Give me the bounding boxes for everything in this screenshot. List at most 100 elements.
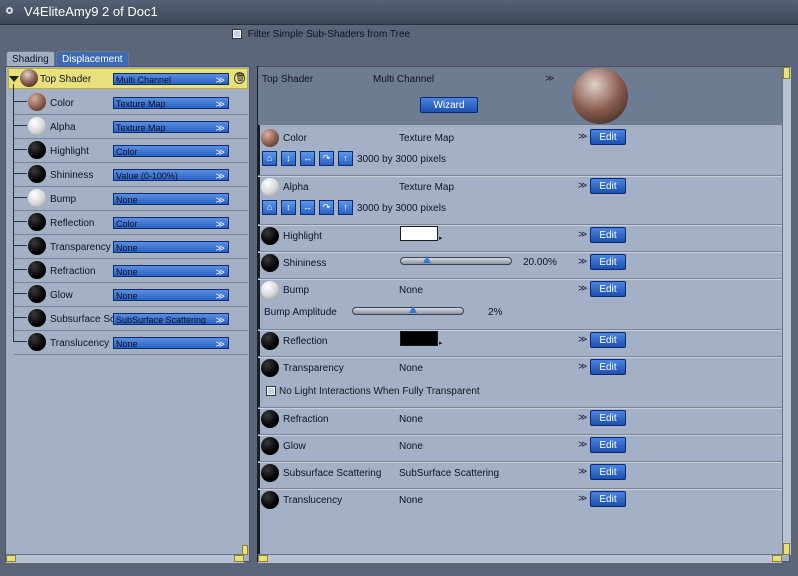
folder-open-icon[interactable]: ⌂ [262, 200, 277, 215]
tree-connector [13, 101, 27, 102]
tree-item-bump-dropdown[interactable]: None ≫ [113, 193, 229, 205]
detail-color-value: Texture Map [399, 133, 455, 144]
chevron-down-icon[interactable]: ≫ [578, 334, 587, 345]
detail-bump-amplitude-label: Bump Amplitude [264, 307, 337, 318]
chevron-down-icon[interactable]: ≫ [578, 493, 587, 504]
edit-color-button[interactable]: Edit [590, 129, 626, 145]
flip-horizontal-icon[interactable]: ↔ [300, 151, 315, 166]
sphere-subsurface-scattering-icon [261, 464, 279, 482]
tree-item-transparency-dropdown[interactable]: None ≫ [113, 241, 229, 253]
tab-displacement[interactable]: Displacement [56, 51, 129, 66]
tree-connector [13, 245, 27, 246]
chevron-down-icon[interactable]: ≫ [578, 283, 587, 294]
tree-item-value: Texture Map [116, 99, 166, 109]
filter-option[interactable]: Filter Simple Sub-Shaders from Tree [232, 29, 410, 40]
flip-horizontal-icon[interactable]: ↔ [300, 200, 315, 215]
detail-translucency-value: None [399, 495, 423, 506]
tree-item-highlight-dropdown[interactable]: Color ≫ [113, 145, 229, 157]
detail-header-value: Multi Channel [373, 74, 435, 85]
tree-item-shininess-label: Shininess [50, 170, 94, 181]
chevron-down-icon[interactable]: ≫ [578, 229, 587, 240]
up-arrow-icon[interactable]: ↑ [338, 151, 353, 166]
sphere-shininess-icon [261, 254, 279, 272]
edit-bump-button[interactable]: Edit [590, 281, 626, 297]
tree-item-refraction-dropdown[interactable]: None ≫ [113, 265, 229, 277]
tab-shading[interactable]: Shading [6, 51, 55, 66]
detail-color-info: 3000 by 3000 pixels [357, 154, 446, 165]
flip-vertical-icon[interactable]: ↕ [281, 151, 296, 166]
tree-root-label: Top Shader [40, 74, 92, 85]
edit-transparency-button[interactable]: Edit [590, 359, 626, 375]
detail-transparency-checkbox-option[interactable]: No Light Interactions When Fully Transpa… [266, 386, 480, 397]
tree-horizontal-scrollbar[interactable] [6, 554, 244, 563]
detail-row-divider [258, 461, 786, 463]
chevron-down-icon[interactable]: ≫ [578, 256, 587, 267]
detail-bump-amplitude-slider[interactable] [352, 306, 464, 315]
tree-item-translucency-dropdown[interactable]: None ≫ [113, 337, 229, 349]
tree-root-dropdown[interactable]: Multi Channel ≫ [113, 73, 229, 85]
detail-horizontal-scrollbar[interactable] [258, 554, 782, 563]
tree-item-value: SubSurface Scattering [116, 315, 207, 325]
sphere-glow-icon [261, 437, 279, 455]
flip-vertical-icon[interactable]: ↕ [281, 200, 296, 215]
detail-row-divider [258, 434, 786, 436]
detail-vertical-scrollbar[interactable] [782, 67, 791, 555]
detail-reflection-swatch[interactable] [400, 331, 438, 346]
chevron-down-icon[interactable]: ≫ [578, 180, 587, 191]
detail-glow-value: None [399, 441, 423, 452]
tree-connector [13, 197, 27, 198]
edit-glow-button[interactable]: Edit [590, 437, 626, 453]
tree-item-color-dropdown[interactable]: Texture Map ≫ [113, 97, 229, 109]
tree-item-subsurface-sc-dropdown[interactable]: SubSurface Scattering ≫ [113, 313, 229, 325]
slider-thumb[interactable] [423, 256, 431, 263]
edit-highlight-button[interactable]: Edit [590, 227, 626, 243]
chevron-down-icon: ≫ [215, 195, 225, 205]
tree-item-reflection-dropdown[interactable]: Color ≫ [113, 217, 229, 229]
sphere-shininess-icon [28, 165, 46, 183]
tree-item-glow-dropdown[interactable]: None ≫ [113, 289, 229, 301]
chevron-down-icon[interactable]: ≫ [578, 412, 587, 423]
edit-subsurface-scattering-button[interactable]: Edit [590, 464, 626, 480]
chevron-down-icon[interactable]: ≫ [578, 466, 587, 477]
tree-row-divider [14, 162, 248, 163]
collapse-triangle-icon[interactable] [9, 76, 19, 82]
filter-checkbox[interactable] [232, 29, 242, 40]
window-menu-icon[interactable] [6, 7, 13, 14]
sphere-color-icon [261, 129, 279, 147]
sphere-highlight-icon [28, 141, 46, 159]
redo-icon[interactable]: ↷ [319, 200, 334, 215]
tree-row-divider [14, 306, 248, 307]
edit-reflection-button[interactable]: Edit [590, 332, 626, 348]
detail-transparency-value: None [399, 363, 423, 374]
detail-transparency-label: Transparency [283, 363, 344, 374]
chevron-down-icon[interactable]: ≫ [578, 439, 587, 450]
chevron-down-icon[interactable]: ≫ [545, 73, 554, 84]
detail-highlight-swatch[interactable] [400, 226, 438, 241]
edit-translucency-button[interactable]: Edit [590, 491, 626, 507]
edit-alpha-button[interactable]: Edit [590, 178, 626, 194]
tree-item-shininess-dropdown[interactable]: Value (0-100%) ≫ [113, 169, 229, 181]
up-arrow-icon[interactable]: ↑ [338, 200, 353, 215]
folder-open-icon[interactable]: ⌂ [262, 151, 277, 166]
detail-row-divider [258, 488, 786, 490]
tree-item-alpha-dropdown[interactable]: Texture Map ≫ [113, 121, 229, 133]
detail-shininess-slider[interactable] [400, 256, 512, 265]
detail-row-divider [258, 224, 786, 226]
tree-resize-handle[interactable] [242, 545, 248, 555]
tree-connector [13, 173, 27, 174]
tree-connector [13, 269, 27, 270]
edit-refraction-button[interactable]: Edit [590, 410, 626, 426]
tree-item-value: None [116, 339, 138, 349]
chevron-down-icon[interactable]: ≫ [578, 361, 587, 372]
wizard-button[interactable]: Wizard [420, 97, 478, 113]
detail-row-divider [258, 175, 786, 177]
no-light-interactions-checkbox[interactable] [266, 386, 276, 397]
tree-row-divider [14, 186, 248, 187]
redo-icon[interactable]: ↷ [319, 151, 334, 166]
tree-item-value: None [116, 267, 138, 277]
tree-row-divider [14, 210, 248, 211]
trash-icon[interactable]: 🗑 [234, 72, 245, 84]
chevron-down-icon[interactable]: ≫ [578, 131, 587, 142]
edit-shininess-button[interactable]: Edit [590, 254, 626, 270]
slider-thumb[interactable] [409, 306, 417, 313]
